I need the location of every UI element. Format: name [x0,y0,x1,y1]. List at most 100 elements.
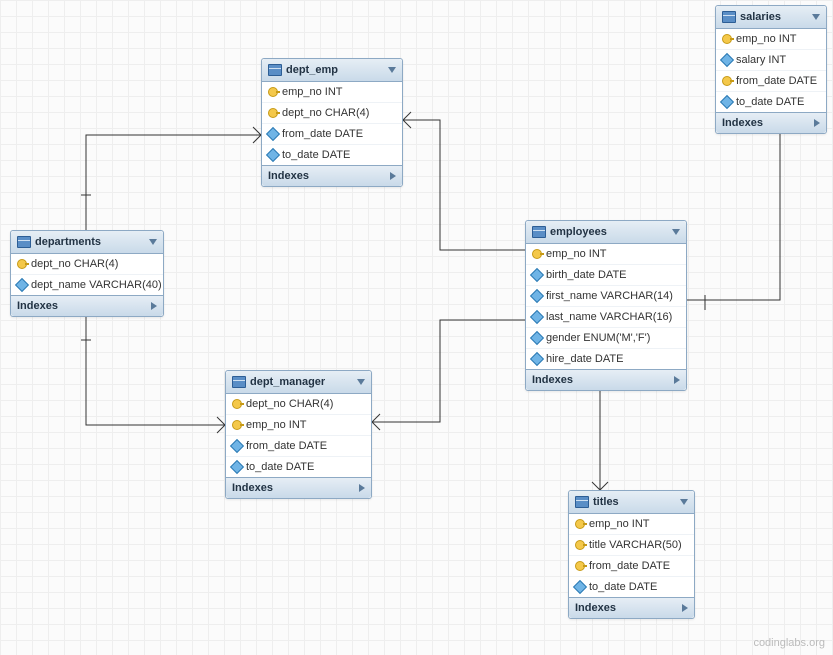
column-row[interactable]: birth_date DATE [526,265,686,286]
indexes-section[interactable]: Indexes [226,477,371,498]
column-row[interactable]: to_date DATE [716,92,826,112]
key-icon [232,420,242,430]
entity-header[interactable]: titles [569,491,694,514]
column-list: emp_no INT salary INT from_date DATE to_dat… [716,29,826,112]
column-row[interactable]: from_date DATE [716,71,826,92]
column-label: dept_name VARCHAR(40) [31,279,162,291]
chevron-down-icon[interactable] [388,67,396,73]
watermark: codinglabs.org [753,637,825,649]
column-row[interactable]: dept_name VARCHAR(40) [11,275,163,295]
column-row[interactable]: from_date DATE [569,556,694,577]
entity-header[interactable]: dept_emp [262,59,402,82]
column-label: from_date DATE [589,560,670,572]
column-row[interactable]: dept_no CHAR(4) [262,103,402,124]
column-label: title VARCHAR(50) [589,539,682,551]
column-label: dept_no CHAR(4) [31,258,118,270]
table-icon [575,496,589,508]
column-row[interactable]: to_date DATE [226,457,371,477]
entity-header[interactable]: employees [526,221,686,244]
column-row[interactable]: gender ENUM('M','F') [526,328,686,349]
key-icon [575,540,585,550]
key-icon [268,87,278,97]
column-row[interactable]: title VARCHAR(50) [569,535,694,556]
indexes-label: Indexes [722,117,763,129]
column-list: emp_no INTbirth_date DATE first_name VARC… [526,244,686,369]
chevron-down-icon[interactable] [672,229,680,235]
indexes-section[interactable]: Indexes [716,112,826,133]
column-row[interactable]: salary INT [716,50,826,71]
chevron-right-icon [674,376,680,384]
chevron-down-icon[interactable] [357,379,365,385]
column-row[interactable]: dept_no CHAR(4) [226,394,371,415]
entity-header[interactable]: departments [11,231,163,254]
column-row[interactable]: hire_date DATE [526,349,686,369]
entity-title: dept_manager [250,376,353,388]
column-row[interactable]: to_date DATE [569,577,694,597]
diamond-icon [720,95,734,109]
entity-employees[interactable]: employees emp_no INTbirth_date DATE first_… [525,220,687,391]
indexes-label: Indexes [268,170,309,182]
key-icon [232,399,242,409]
column-row[interactable]: from_date DATE [226,436,371,457]
column-row[interactable]: first_name VARCHAR(14) [526,286,686,307]
column-label: salary INT [736,54,786,66]
column-row[interactable]: emp_no INT [716,29,826,50]
column-row[interactable]: to_date DATE [262,145,402,165]
column-list: dept_no CHAR(4) dept_name VARCHAR(40) [11,254,163,295]
column-row[interactable]: emp_no INT [262,82,402,103]
entity-dept-manager[interactable]: dept_manager dept_no CHAR(4) emp_no INT fro… [225,370,372,499]
indexes-section[interactable]: Indexes [526,369,686,390]
column-label: to_date DATE [282,149,350,161]
indexes-section[interactable]: Indexes [262,165,402,186]
column-label: emp_no INT [282,86,343,98]
table-icon [17,236,31,248]
diamond-icon [266,148,280,162]
key-icon [268,108,278,118]
chevron-down-icon[interactable] [680,499,688,505]
column-label: first_name VARCHAR(14) [546,290,673,302]
indexes-section[interactable]: Indexes [569,597,694,618]
diamond-icon [573,580,587,594]
column-label: dept_no CHAR(4) [282,107,369,119]
entity-header[interactable]: salaries [716,6,826,29]
entity-dept-emp[interactable]: dept_emp emp_no INT dept_no CHAR(4) from_da… [261,58,403,187]
diamond-icon [230,460,244,474]
column-row[interactable]: from_date DATE [262,124,402,145]
diamond-icon [15,278,29,292]
column-label: emp_no INT [589,518,650,530]
entity-header[interactable]: dept_manager [226,371,371,394]
diamond-icon [530,310,544,324]
column-row[interactable]: dept_no CHAR(4) [11,254,163,275]
entity-title: employees [550,226,668,238]
entity-salaries[interactable]: salaries emp_no INT salary INT from_date DA… [715,5,827,134]
column-label: emp_no INT [736,33,797,45]
indexes-label: Indexes [232,482,273,494]
indexes-label: Indexes [17,300,58,312]
column-row[interactable]: emp_no INT [526,244,686,265]
entity-title: titles [593,496,676,508]
chevron-right-icon [682,604,688,612]
chevron-down-icon[interactable] [149,239,157,245]
key-icon [575,519,585,529]
column-label: emp_no INT [246,419,307,431]
column-label: to_date DATE [736,96,804,108]
canvas-grid [0,0,833,655]
indexes-label: Indexes [575,602,616,614]
entity-title: dept_emp [286,64,384,76]
column-row[interactable]: emp_no INT [569,514,694,535]
column-row[interactable]: emp_no INT [226,415,371,436]
diamond-icon [530,331,544,345]
key-icon [532,249,542,259]
column-row[interactable]: last_name VARCHAR(16) [526,307,686,328]
chevron-down-icon[interactable] [812,14,820,20]
column-label: from_date DATE [736,75,817,87]
column-label: last_name VARCHAR(16) [546,311,672,323]
entity-titles[interactable]: titles emp_no INT title VARCHAR(50) from_da… [568,490,695,619]
entity-departments[interactable]: departments dept_no CHAR(4) dept_name VARC… [10,230,164,317]
diamond-icon [530,268,544,282]
indexes-label: Indexes [532,374,573,386]
indexes-section[interactable]: Indexes [11,295,163,316]
entity-title: departments [35,236,145,248]
chevron-right-icon [359,484,365,492]
diamond-icon [230,439,244,453]
